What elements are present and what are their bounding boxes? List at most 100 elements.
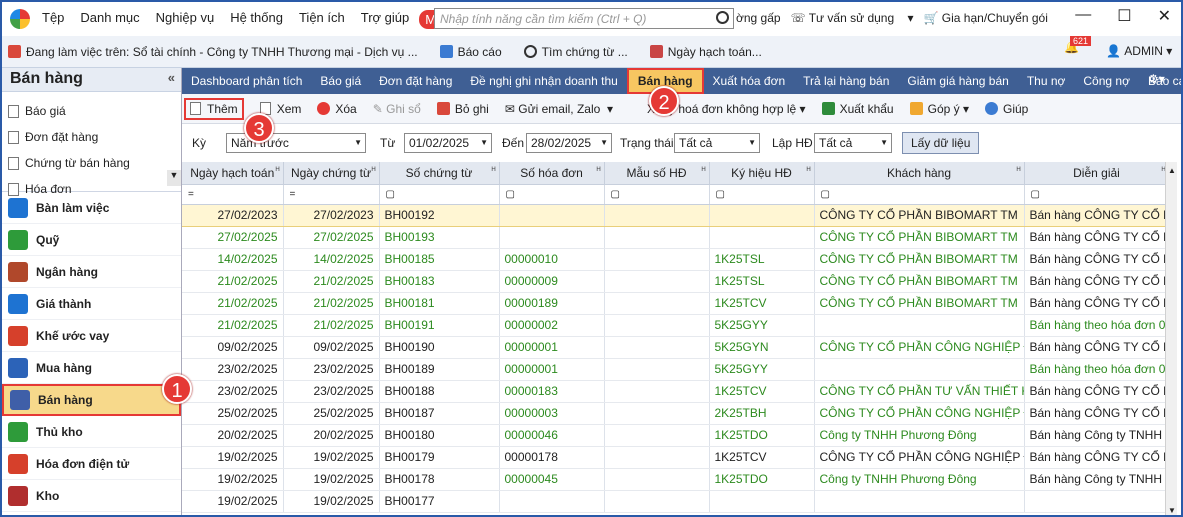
report-button[interactable]: Báo cáo <box>439 45 502 59</box>
tab-2[interactable]: Đơn đặt hàng <box>370 74 461 88</box>
table-row[interactable]: 27/02/2025 27/02/2025 BH00193 CÔNG TY CỔ PH… <box>182 226 1169 249</box>
cell-2: BH00177 <box>379 490 500 513</box>
status-select[interactable]: Tất cả <box>674 133 760 153</box>
table-row[interactable]: 19/02/2025 19/02/2025 BH00179 00000178 1K25T… <box>182 446 1169 469</box>
column-filter-7[interactable]: ▢ <box>1024 184 1169 205</box>
column-header-2[interactable]: Số chứng từ <box>379 162 500 185</box>
column-header-6[interactable]: Khách hàng <box>814 162 1025 185</box>
cell-0: 19/02/2025 <box>182 446 284 469</box>
help-button[interactable]: Giúp <box>984 102 1028 116</box>
column-filter-3[interactable]: ▢ <box>499 184 605 205</box>
from-label: Từ <box>380 136 396 150</box>
cell-6: CÔNG TY CỔ PHẦN CÔNG NGHIỆP Đ <box>814 446 1025 469</box>
column-filter-6[interactable]: ▢ <box>814 184 1025 205</box>
table-row[interactable]: 14/02/2025 14/02/2025 BH00185 00000010 1K25T… <box>182 248 1169 271</box>
menu-item-0[interactable]: Tệp <box>42 10 64 29</box>
scroll-down-icon[interactable]: ▼ <box>167 170 181 186</box>
tab-8[interactable]: Thu nợ <box>1018 74 1075 88</box>
grid-vertical-scrollbar[interactable] <box>1165 162 1177 515</box>
module-8[interactable]: Hóa đơn điện tử <box>2 448 181 480</box>
table-row[interactable]: 23/02/2025 23/02/2025 BH00188 00000183 1K25T… <box>182 380 1169 403</box>
module-9[interactable]: Kho <box>2 480 181 512</box>
module-3[interactable]: Giá thành <box>2 288 181 320</box>
export-button[interactable]: Xuất khẩu <box>821 102 894 116</box>
delete-button[interactable]: Xóa <box>317 102 357 116</box>
find-voucher-button[interactable]: Tìm chứng từ ... <box>523 45 628 59</box>
column-filter-0[interactable]: = <box>182 184 284 205</box>
load-data-button[interactable]: Lấy dữ liệu <box>902 132 980 154</box>
cell-2: BH00193 <box>379 226 500 249</box>
table-row[interactable]: 21/02/2025 21/02/2025 BH00191 00000002 5K25G… <box>182 314 1169 337</box>
close-icon[interactable]: ✕ <box>1158 6 1171 26</box>
feedback-button[interactable]: Góp ý ▾ <box>909 102 969 116</box>
sub-item-1[interactable]: Đơn đặt hàng <box>8 124 181 150</box>
module-6[interactable]: Bán hàng <box>2 384 181 416</box>
module-7[interactable]: Thủ kho <box>2 416 181 448</box>
menu-item-1[interactable]: Danh mục <box>80 10 139 29</box>
tab-3[interactable]: Đề nghị ghi nhận doanh thu <box>461 74 626 88</box>
cell-6: Công ty TNHH Phương Đông <box>814 468 1025 491</box>
column-filter-2[interactable]: ▢ <box>379 184 500 205</box>
email-button[interactable]: ✉ Gửi email, Zalo ▾ <box>505 102 613 116</box>
from-date-input[interactable]: 01/02/2025 <box>404 133 492 153</box>
sub-item-3[interactable]: Hóa đơn <box>8 176 181 202</box>
posting-date-button[interactable]: Ngày hạch toán... <box>649 45 762 59</box>
column-filter-5[interactable]: ▢ <box>709 184 815 205</box>
table-row[interactable]: 19/02/2025 19/02/2025 BH00178 00000045 1K25T… <box>182 468 1169 491</box>
urgent-link[interactable]: ờng gấp <box>736 11 781 25</box>
tab-0[interactable]: Dashboard phân tích <box>182 74 311 88</box>
table-row[interactable]: 19/02/2025 19/02/2025 BH00177 <box>182 490 1169 513</box>
cell-3: 00000045 <box>499 468 605 491</box>
renew-link[interactable]: 🛒 Gia hạn/Chuyển gói <box>924 11 1058 25</box>
column-header-1[interactable]: Ngày chứng từ <box>283 162 380 185</box>
tab-5[interactable]: Xuất hóa đơn <box>704 74 795 88</box>
minimize-icon[interactable]: — <box>1075 6 1091 26</box>
cell-2: BH00179 <box>379 446 500 469</box>
column-header-5[interactable]: Ký hiệu HĐ <box>709 162 815 185</box>
unpost-button[interactable]: Bỏ ghi <box>436 102 489 116</box>
tab-1[interactable]: Báo giá <box>311 74 370 88</box>
cell-4 <box>604 358 710 381</box>
menu-item-3[interactable]: Hệ thống <box>230 10 283 29</box>
module-4[interactable]: Khế ước vay <box>2 320 181 352</box>
tab-6[interactable]: Trả lại hàng bán <box>794 74 898 88</box>
maximize-icon[interactable]: ☐ <box>1117 6 1131 26</box>
to-date-input[interactable]: 28/02/2025 <box>526 133 612 153</box>
collapse-icon[interactable]: « <box>168 70 175 85</box>
tab-9[interactable]: Công nợ <box>1074 74 1139 88</box>
table-row[interactable]: 25/02/2025 25/02/2025 BH00187 00000003 2K25T… <box>182 402 1169 425</box>
table-row[interactable]: 27/02/2023 27/02/2023 BH00192 CÔNG TY CỔ PH… <box>182 203 1169 227</box>
consult-link[interactable]: ☏ Tư vấn sử dụng ▾ <box>791 11 914 25</box>
table-row[interactable]: 23/02/2025 23/02/2025 BH00189 00000001 5K25G… <box>182 358 1169 381</box>
add-button[interactable]: Thêm <box>184 97 244 120</box>
module-1[interactable]: Quỹ <box>2 224 181 256</box>
post-button[interactable]: ✎ Ghi sổ <box>373 102 421 116</box>
table-row[interactable]: 21/02/2025 21/02/2025 BH00183 00000009 1K25T… <box>182 270 1169 293</box>
working-db[interactable]: Đang làm việc trên: Sổ tài chính - Công … <box>8 45 418 59</box>
gear-icon[interactable]: ⚙▾ <box>1148 72 1165 86</box>
module-2[interactable]: Ngân hàng <box>2 256 181 288</box>
table-row[interactable]: 21/02/2025 21/02/2025 BH00181 00000189 1K25T… <box>182 292 1169 315</box>
column-filter-1[interactable]: = <box>283 184 380 205</box>
search-icon[interactable] <box>716 11 729 24</box>
column-header-4[interactable]: Mẫu số HĐ <box>604 162 710 185</box>
column-filter-4[interactable]: ▢ <box>604 184 710 205</box>
menu-item-4[interactable]: Tiện ích <box>299 10 345 29</box>
column-header-3[interactable]: Số hóa đơn <box>499 162 605 185</box>
invoice-select[interactable]: Tất cả <box>814 133 892 153</box>
menu-item-2[interactable]: Nghiệp vụ <box>156 10 215 29</box>
tab-7[interactable]: Giảm giá hàng bán <box>898 74 1017 88</box>
column-header-7[interactable]: Diễn giải <box>1024 162 1169 185</box>
view-button[interactable]: Xem <box>259 102 301 116</box>
sub-item-0[interactable]: Báo giá <box>8 98 181 124</box>
notification-bell[interactable]: 🔔 621 <box>1064 36 1092 54</box>
module-5[interactable]: Mua hàng <box>2 352 181 384</box>
cell-7: Bán hàng CÔNG TY CỔ PHẦ <box>1024 446 1169 469</box>
feature-search-input[interactable]: Nhập tính năng cần tìm kiếm (Ctrl + Q) <box>434 8 734 29</box>
table-row[interactable]: 09/02/2025 09/02/2025 BH00190 00000001 5K25G… <box>182 336 1169 359</box>
user-menu[interactable]: 👤 ADMIN ▾ <box>1106 44 1172 58</box>
table-row[interactable]: 20/02/2025 20/02/2025 BH00180 00000046 1K25T… <box>182 424 1169 447</box>
menu-item-5[interactable]: Trợ giúp <box>361 10 410 29</box>
sub-item-2[interactable]: Chứng từ bán hàng <box>8 150 181 176</box>
column-header-0[interactable]: Ngày hạch toán <box>182 162 284 185</box>
